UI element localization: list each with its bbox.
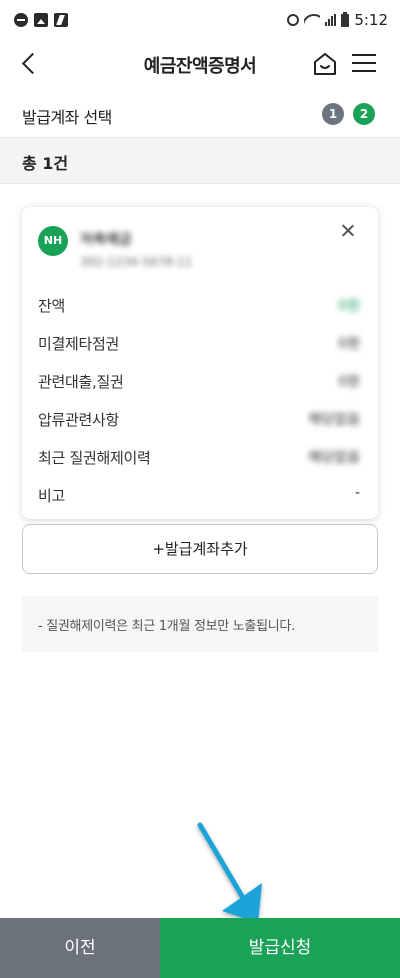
prev-button[interactable]: 이전	[0, 918, 160, 978]
info-value: 0원	[338, 374, 360, 390]
hamburger-icon-line	[352, 70, 376, 72]
step-1-badge: 1	[322, 103, 344, 125]
bank-logo: NH	[38, 226, 68, 256]
result-count: 총 1건	[22, 154, 69, 173]
step-label: 발급계좌 선택	[22, 108, 112, 127]
info-row-uncleared: 미결제타점권 0원	[22, 333, 378, 357]
home-icon	[314, 53, 336, 75]
page-title: 예금잔액증명서	[143, 56, 257, 77]
bottom-action-bar: 이전 발급신청	[0, 918, 400, 978]
hamburger-icon-line	[352, 62, 376, 64]
signal-icon	[325, 14, 337, 26]
alarm-icon	[287, 14, 300, 26]
info-row-balance: 잔액 0원	[22, 295, 378, 319]
info-label: 최근 질권해제이력	[38, 449, 151, 467]
apply-button[interactable]: 발급신청	[160, 918, 400, 978]
account-number: 302-1234-5678-11	[80, 255, 193, 269]
info-value: -	[354, 485, 360, 501]
info-row-loan: 관련대출,질권 0원	[22, 371, 378, 395]
block-icon	[14, 13, 28, 27]
account-name: 저축예금	[80, 232, 132, 248]
status-bar-left	[14, 13, 68, 27]
status-bar: 5:12	[0, 0, 400, 40]
notice-text: - 질권해제이력은 최근 1개월 정보만 노출됩니다.	[38, 619, 295, 634]
info-value: 해당없음	[308, 450, 360, 466]
image-icon	[34, 13, 48, 27]
info-label: 관련대출,질권	[38, 373, 124, 391]
info-value: 0원	[338, 336, 360, 352]
info-row-pledge-release: 최근 질권해제이력 해당없음	[22, 447, 378, 471]
menu-button[interactable]	[352, 54, 376, 74]
battery-icon	[341, 11, 350, 27]
app-header: 예금잔액증명서	[0, 40, 400, 88]
hamburger-icon	[352, 54, 376, 56]
status-bar-right: 5:12	[287, 11, 388, 29]
status-time: 5:12	[354, 11, 388, 29]
info-row-seizure: 압류관련사항 해당없음	[22, 409, 378, 433]
result-count-bar: 총 1건	[0, 138, 400, 184]
step-indicator: 발급계좌 선택 1 2	[0, 92, 400, 138]
add-account-button[interactable]: +발급계좌추가	[22, 524, 378, 574]
info-row-remarks: 비고 -	[22, 485, 378, 509]
info-label: 비고	[38, 487, 66, 505]
home-button[interactable]	[313, 51, 337, 77]
notice-box: - 질권해제이력은 최근 1개월 정보만 노출됩니다.	[22, 596, 378, 652]
info-label: 잔액	[38, 297, 66, 315]
info-value: 해당없음	[308, 412, 360, 428]
info-label: 미결제타점권	[38, 335, 120, 353]
info-value: 0원	[338, 298, 360, 314]
flash-icon	[54, 13, 68, 27]
remove-account-button[interactable]	[338, 221, 358, 241]
wifi-icon	[304, 14, 321, 26]
step-2-badge: 2	[353, 103, 375, 125]
annotation-arrow-icon	[197, 822, 262, 923]
account-card: NH 저축예금 302-1234-5678-11 잔액 0원 미결제타점권 0원…	[22, 207, 378, 519]
info-label: 압류관련사항	[38, 411, 120, 429]
